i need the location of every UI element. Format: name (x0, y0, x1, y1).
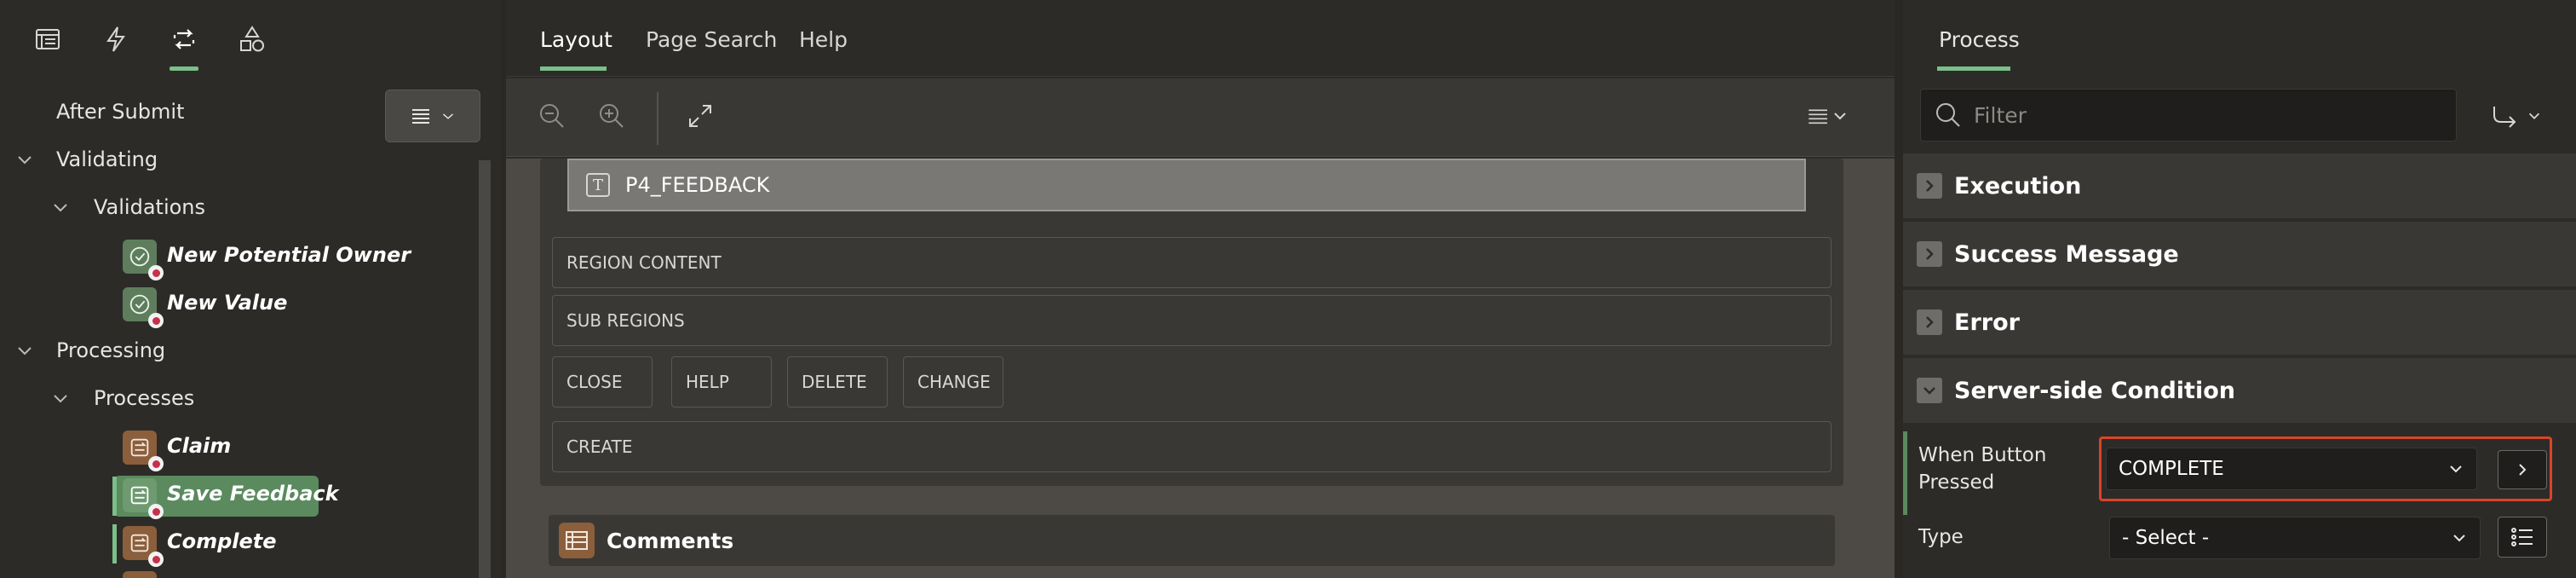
left-toolbar (0, 0, 501, 77)
go-to-group-button[interactable] (2482, 97, 2550, 135)
page-item[interactable]: T P4_FEEDBACK (567, 159, 1806, 211)
expand-icon[interactable] (681, 97, 719, 135)
tab-layout[interactable]: Layout (540, 27, 612, 52)
tab-process[interactable]: Process (1939, 27, 2020, 52)
chevron-down-icon (2450, 465, 2462, 473)
table-icon (559, 523, 595, 558)
go-to-button[interactable] (2498, 450, 2547, 489)
active-tab-indicator (170, 66, 198, 71)
process-item[interactable]: Claim (167, 434, 231, 458)
slot-change[interactable]: CHANGE (903, 356, 1003, 407)
processing-icon[interactable] (167, 22, 201, 56)
toolbar-divider (657, 92, 658, 145)
zoom-in-icon[interactable] (593, 97, 630, 135)
tree-validating[interactable]: Validating (56, 147, 158, 171)
error-badge-icon (148, 504, 164, 519)
search-icon (1936, 103, 1960, 127)
error-badge-icon (148, 313, 164, 328)
layout-menu-icon[interactable] (1801, 97, 1854, 135)
tree-processing[interactable]: Processing (56, 338, 165, 362)
tab-help[interactable]: Help (799, 27, 848, 52)
validation-icon (123, 240, 164, 280)
dynamic-actions-icon[interactable] (99, 22, 133, 56)
section-execution[interactable]: Execution (1903, 153, 2576, 220)
chevron-down-icon (1917, 378, 1942, 403)
chevron-down-icon[interactable] (51, 390, 70, 408)
tree-validations[interactable]: Validations (94, 195, 205, 219)
tab-page-search[interactable]: Page Search (646, 27, 777, 52)
error-badge-icon (148, 456, 164, 471)
list-of-values-button[interactable] (2498, 517, 2547, 558)
chevron-down-icon[interactable] (15, 342, 34, 361)
process-icon (123, 571, 157, 578)
type-select[interactable]: - Select - (2109, 517, 2481, 559)
process-icon (123, 431, 164, 471)
layout-canvas: T P4_FEEDBACK REGION CONTENT SUB REGIONS… (506, 159, 1895, 578)
layout-toolbar (506, 78, 1895, 157)
error-badge-icon (148, 265, 164, 280)
comments-label: Comments (607, 528, 734, 553)
slot-create[interactable]: CREATE (552, 421, 1831, 472)
slot-delete[interactable]: DELETE (787, 356, 888, 407)
slot-help[interactable]: HELP (671, 356, 772, 407)
text-field-icon: T (586, 173, 610, 197)
validation-item[interactable]: New Potential Owner (167, 243, 411, 267)
filter-input[interactable] (1974, 102, 2451, 128)
chevron-down-icon[interactable] (15, 151, 34, 170)
chevron-right-icon (2519, 464, 2527, 476)
tree-processes[interactable]: Processes (94, 386, 194, 410)
selected-indicator (112, 524, 117, 564)
label-line-1: When Button (1918, 444, 2047, 466)
chevron-down-icon[interactable] (51, 199, 70, 217)
slot-sub-regions[interactable]: SUB REGIONS (552, 295, 1831, 346)
section-server-side-condition[interactable]: Server-side Condition (1903, 358, 2576, 425)
slot-region-content[interactable]: REGION CONTENT (552, 237, 1831, 288)
when-button-pressed-select[interactable]: COMPLETE (2106, 448, 2477, 490)
process-item-selected[interactable]: Save Feedback (167, 482, 339, 506)
validation-icon (123, 287, 164, 328)
label-line-2: Pressed (1918, 471, 1995, 494)
section-error[interactable]: Error (1903, 290, 2576, 356)
chevron-right-icon (1917, 309, 1942, 335)
process-item[interactable]: Complete (167, 529, 277, 553)
comments-region[interactable]: Comments (549, 515, 1835, 566)
tree-after-submit[interactable]: After Submit (56, 100, 184, 124)
active-tab-indicator (1937, 66, 2010, 71)
chevron-down-icon (2453, 535, 2465, 542)
required-indicator (1903, 431, 1907, 515)
page-item-name: P4_FEEDBACK (625, 173, 770, 197)
left-pane: After Submit Validating Validations New … (0, 0, 501, 578)
region-body: T P4_FEEDBACK REGION CONTENT SUB REGIONS… (540, 159, 1843, 486)
chevron-right-icon (1917, 173, 1942, 199)
section-title: Server-side Condition (1954, 377, 2235, 404)
property-editor: Process Execution Success Message Error … (1903, 0, 2576, 578)
validation-item[interactable]: New Value (167, 291, 287, 315)
selected-indicator (112, 477, 117, 516)
section-success-message[interactable]: Success Message (1903, 222, 2576, 288)
rendering-icon[interactable] (31, 22, 65, 56)
process-icon (123, 478, 164, 519)
error-badge-icon (148, 552, 164, 567)
shared-components-icon[interactable] (235, 22, 269, 56)
list-icon (2511, 528, 2533, 546)
section-title: Error (1954, 309, 2020, 336)
slot-close[interactable]: CLOSE (552, 356, 653, 407)
when-button-pressed-label: When Button Pressed (1918, 442, 2046, 496)
zoom-out-icon[interactable] (533, 97, 571, 135)
chevron-right-icon (1917, 241, 1942, 267)
layout-pane: Layout Page Search Help T P4_FEEDBACK RE… (506, 0, 1895, 578)
tree-menu-button[interactable] (385, 90, 480, 142)
select-value: - Select - (2122, 527, 2210, 549)
section-title: Execution (1954, 172, 2082, 199)
active-tab-indicator (540, 66, 607, 71)
tree-scrollbar[interactable] (479, 160, 491, 578)
process-icon (123, 526, 164, 567)
select-value: COMPLETE (2119, 458, 2224, 480)
section-title: Success Message (1954, 240, 2179, 268)
layout-tabs: Layout Page Search Help (506, 0, 1895, 77)
type-label: Type (1918, 526, 1964, 548)
filter-field[interactable] (1920, 89, 2457, 142)
